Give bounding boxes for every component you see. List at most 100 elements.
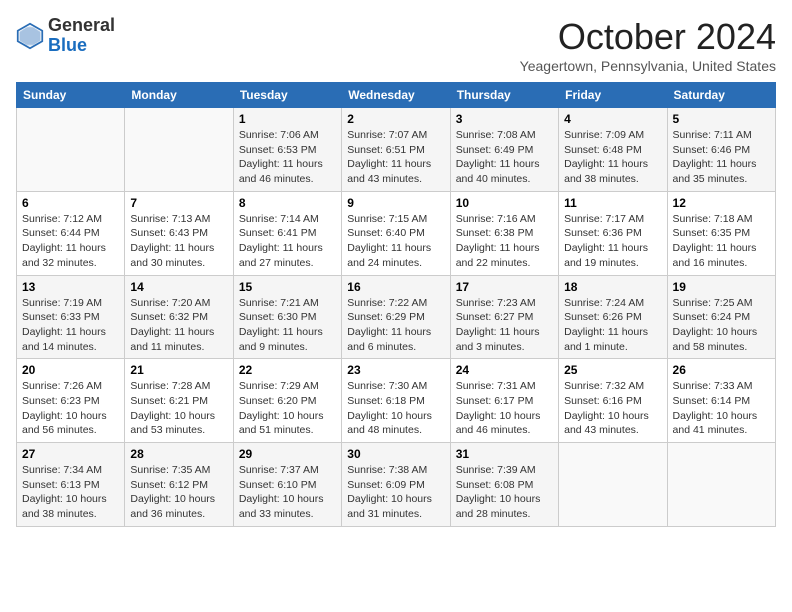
- calendar-cell: 26 Sunrise: 7:33 AMSunset: 6:14 PMDayligh…: [667, 359, 775, 443]
- calendar-cell: 19 Sunrise: 7:25 AMSunset: 6:24 PMDayligh…: [667, 275, 775, 359]
- weekday-header-cell: Tuesday: [233, 83, 341, 108]
- calendar-cell: 21 Sunrise: 7:28 AMSunset: 6:21 PMDayligh…: [125, 359, 233, 443]
- calendar-subtitle: Yeagertown, Pennsylvania, United States: [520, 58, 776, 74]
- calendar-week-row: 6Sunrise: 7:12 AMSunset: 6:44 PMDaylight…: [17, 191, 776, 275]
- day-info: Sunrise: 7:24 AMSunset: 6:26 PMDaylight:…: [564, 296, 661, 355]
- day-info: Sunrise: 7:09 AMSunset: 6:48 PMDaylight:…: [564, 128, 661, 187]
- weekday-header-cell: Wednesday: [342, 83, 450, 108]
- day-number: 16: [347, 280, 444, 294]
- calendar-week-row: 13 Sunrise: 7:19 AMSunset: 6:33 PMDayligh…: [17, 275, 776, 359]
- day-number: 4: [564, 112, 661, 126]
- day-number: 23: [347, 363, 444, 377]
- day-info: Sunrise: 7:22 AMSunset: 6:29 PMDaylight:…: [347, 296, 444, 355]
- day-info: Sunrise: 7:13 AMSunset: 6:43 PMDaylight:…: [130, 212, 227, 271]
- weekday-header-cell: Monday: [125, 83, 233, 108]
- calendar-cell: 14 Sunrise: 7:20 AMSunset: 6:32 PMDayligh…: [125, 275, 233, 359]
- day-number: 9: [347, 196, 444, 210]
- day-info: Sunrise: 7:34 AMSunset: 6:13 PMDaylight:…: [22, 463, 119, 522]
- day-info: Sunrise: 7:25 AMSunset: 6:24 PMDaylight:…: [673, 296, 770, 355]
- calendar-cell: 20Sunrise: 7:26 AMSunset: 6:23 PMDayligh…: [17, 359, 125, 443]
- calendar-cell: 29 Sunrise: 7:37 AMSunset: 6:10 PMDayligh…: [233, 443, 341, 527]
- day-info: Sunrise: 7:29 AMSunset: 6:20 PMDaylight:…: [239, 379, 336, 438]
- day-info: Sunrise: 7:06 AMSunset: 6:53 PMDaylight:…: [239, 128, 336, 187]
- calendar-cell: 15 Sunrise: 7:21 AMSunset: 6:30 PMDayligh…: [233, 275, 341, 359]
- day-number: 29: [239, 447, 336, 461]
- day-number: 1: [239, 112, 336, 126]
- calendar-cell: 17 Sunrise: 7:23 AMSunset: 6:27 PMDayligh…: [450, 275, 558, 359]
- calendar-cell: 24Sunrise: 7:31 AMSunset: 6:17 PMDayligh…: [450, 359, 558, 443]
- day-number: 25: [564, 363, 661, 377]
- calendar-cell: 8Sunrise: 7:14 AMSunset: 6:41 PMDaylight…: [233, 191, 341, 275]
- calendar-title: October 2024: [520, 16, 776, 58]
- calendar-body: 1 Sunrise: 7:06 AMSunset: 6:53 PMDaylight…: [17, 108, 776, 527]
- calendar-cell: 16 Sunrise: 7:22 AMSunset: 6:29 PMDayligh…: [342, 275, 450, 359]
- day-number: 19: [673, 280, 770, 294]
- calendar-cell: 31 Sunrise: 7:39 AMSunset: 6:08 PMDayligh…: [450, 443, 558, 527]
- day-number: 8: [239, 196, 336, 210]
- calendar-cell: 5 Sunrise: 7:11 AMSunset: 6:46 PMDaylight…: [667, 108, 775, 192]
- calendar-cell: [667, 443, 775, 527]
- day-info: Sunrise: 7:35 AMSunset: 6:12 PMDaylight:…: [130, 463, 227, 522]
- calendar-cell: 2Sunrise: 7:07 AMSunset: 6:51 PMDaylight…: [342, 108, 450, 192]
- day-info: Sunrise: 7:15 AMSunset: 6:40 PMDaylight:…: [347, 212, 444, 271]
- day-info: Sunrise: 7:38 AMSunset: 6:09 PMDaylight:…: [347, 463, 444, 522]
- day-number: 3: [456, 112, 553, 126]
- day-info: Sunrise: 7:20 AMSunset: 6:32 PMDaylight:…: [130, 296, 227, 355]
- day-info: Sunrise: 7:19 AMSunset: 6:33 PMDaylight:…: [22, 296, 119, 355]
- day-info: Sunrise: 7:18 AMSunset: 6:35 PMDaylight:…: [673, 212, 770, 271]
- calendar-cell: 12 Sunrise: 7:18 AMSunset: 6:35 PMDayligh…: [667, 191, 775, 275]
- calendar-cell: 22 Sunrise: 7:29 AMSunset: 6:20 PMDayligh…: [233, 359, 341, 443]
- day-number: 12: [673, 196, 770, 210]
- day-number: 28: [130, 447, 227, 461]
- day-info: Sunrise: 7:30 AMSunset: 6:18 PMDaylight:…: [347, 379, 444, 438]
- day-number: 2: [347, 112, 444, 126]
- day-info: Sunrise: 7:21 AMSunset: 6:30 PMDaylight:…: [239, 296, 336, 355]
- weekday-header-cell: Friday: [559, 83, 667, 108]
- calendar-cell: 9 Sunrise: 7:15 AMSunset: 6:40 PMDaylight…: [342, 191, 450, 275]
- day-info: Sunrise: 7:33 AMSunset: 6:14 PMDaylight:…: [673, 379, 770, 438]
- day-info: Sunrise: 7:16 AMSunset: 6:38 PMDaylight:…: [456, 212, 553, 271]
- day-number: 21: [130, 363, 227, 377]
- day-number: 5: [673, 112, 770, 126]
- calendar-cell: 6Sunrise: 7:12 AMSunset: 6:44 PMDaylight…: [17, 191, 125, 275]
- page-header: General Blue October 2024 Yeagertown, Pe…: [16, 16, 776, 74]
- day-number: 17: [456, 280, 553, 294]
- weekday-header-cell: Sunday: [17, 83, 125, 108]
- day-info: Sunrise: 7:08 AMSunset: 6:49 PMDaylight:…: [456, 128, 553, 187]
- day-info: Sunrise: 7:11 AMSunset: 6:46 PMDaylight:…: [673, 128, 770, 187]
- calendar-cell: 7Sunrise: 7:13 AMSunset: 6:43 PMDaylight…: [125, 191, 233, 275]
- logo: General Blue: [16, 16, 115, 56]
- day-number: 10: [456, 196, 553, 210]
- day-number: 22: [239, 363, 336, 377]
- calendar-cell: 1 Sunrise: 7:06 AMSunset: 6:53 PMDaylight…: [233, 108, 341, 192]
- calendar-cell: 13 Sunrise: 7:19 AMSunset: 6:33 PMDayligh…: [17, 275, 125, 359]
- day-number: 24: [456, 363, 553, 377]
- day-number: 18: [564, 280, 661, 294]
- day-info: Sunrise: 7:39 AMSunset: 6:08 PMDaylight:…: [456, 463, 553, 522]
- day-number: 27: [22, 447, 119, 461]
- day-info: Sunrise: 7:37 AMSunset: 6:10 PMDaylight:…: [239, 463, 336, 522]
- day-number: 20: [22, 363, 119, 377]
- logo-text: General Blue: [48, 16, 115, 56]
- calendar-cell: 18 Sunrise: 7:24 AMSunset: 6:26 PMDayligh…: [559, 275, 667, 359]
- day-number: 15: [239, 280, 336, 294]
- calendar-cell: 27 Sunrise: 7:34 AMSunset: 6:13 PMDayligh…: [17, 443, 125, 527]
- day-number: 13: [22, 280, 119, 294]
- calendar-week-row: 1 Sunrise: 7:06 AMSunset: 6:53 PMDaylight…: [17, 108, 776, 192]
- day-number: 14: [130, 280, 227, 294]
- calendar-cell: 28 Sunrise: 7:35 AMSunset: 6:12 PMDayligh…: [125, 443, 233, 527]
- day-info: Sunrise: 7:23 AMSunset: 6:27 PMDaylight:…: [456, 296, 553, 355]
- day-info: Sunrise: 7:28 AMSunset: 6:21 PMDaylight:…: [130, 379, 227, 438]
- calendar-cell: 10 Sunrise: 7:16 AMSunset: 6:38 PMDayligh…: [450, 191, 558, 275]
- day-number: 6: [22, 196, 119, 210]
- weekday-header-cell: Thursday: [450, 83, 558, 108]
- day-number: 31: [456, 447, 553, 461]
- day-number: 26: [673, 363, 770, 377]
- calendar-cell: [125, 108, 233, 192]
- calendar-cell: 23 Sunrise: 7:30 AMSunset: 6:18 PMDayligh…: [342, 359, 450, 443]
- day-number: 11: [564, 196, 661, 210]
- calendar-week-row: 27 Sunrise: 7:34 AMSunset: 6:13 PMDayligh…: [17, 443, 776, 527]
- calendar-week-row: 20Sunrise: 7:26 AMSunset: 6:23 PMDayligh…: [17, 359, 776, 443]
- logo-icon: [16, 22, 44, 50]
- calendar-cell: 4 Sunrise: 7:09 AMSunset: 6:48 PMDaylight…: [559, 108, 667, 192]
